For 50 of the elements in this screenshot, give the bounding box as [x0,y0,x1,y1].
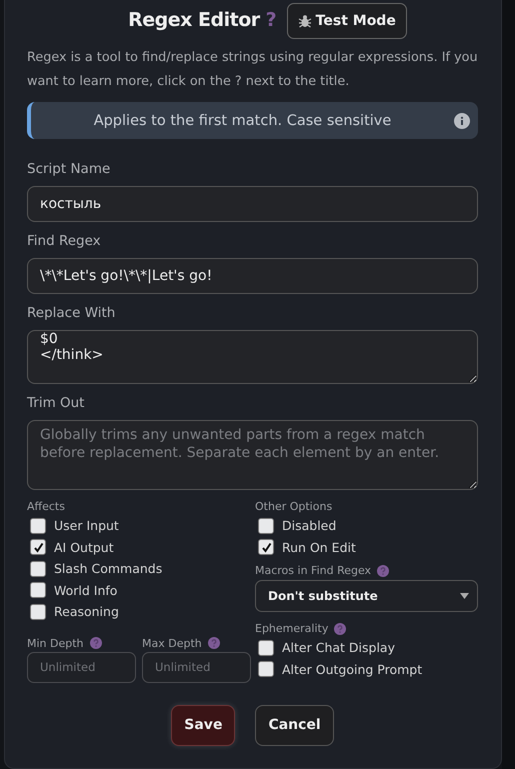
text-field[interactable]: костыль [27,186,478,222]
save-button[interactable]: Save [171,704,236,746]
section-label: Other Options [255,500,332,513]
field-label: Trim Out [27,395,86,411]
help-icon[interactable] [208,637,220,649]
text-field[interactable]: \*\*Let's go!\*\*|Let's go! [27,258,478,294]
checkbox-label[interactable]: Alter Outgoing Prompt [282,662,422,677]
bug-icon [298,14,312,28]
dropdown[interactable]: Don't substitute [255,580,478,612]
checkbox-label[interactable]: Disabled [282,518,336,534]
help-icon[interactable] [90,637,102,649]
description-text: Regex is a tool to find/replace strings using regular expressions. If you want to learn more, click on the ? next to the title. [27,49,478,91]
check-icon [260,542,272,553]
checkbox-label[interactable]: Run On Edit [282,540,356,555]
help-icon[interactable] [334,622,346,634]
checkbox[interactable] [30,560,46,577]
field-label: Min Depth [27,636,84,650]
info-icon [454,112,470,128]
text-area[interactable]: $0 </think> [27,330,478,384]
field-label: Find Regex [27,233,102,249]
checkbox[interactable] [258,640,274,656]
dialog-title: Regex Editor [128,9,260,31]
checkbox[interactable] [30,539,46,556]
help-icon[interactable] [377,564,390,576]
checkbox[interactable] [258,518,274,534]
checkbox[interactable] [30,582,46,598]
checkbox-label[interactable]: World Info [54,582,118,598]
banner-text: Applies to the first match. Case sensitive [92,112,392,128]
checkbox-label[interactable]: AI Output [54,540,114,555]
checkbox-label[interactable]: Alter Chat Display [282,640,395,656]
checkbox-label[interactable]: Reasoning [54,604,119,620]
section-label: Macros in Find Regex [255,564,372,577]
checkbox[interactable] [258,539,274,556]
checkbox[interactable] [30,518,46,534]
section-label: Ephemerality [255,622,328,635]
check-icon [32,542,44,553]
section-label: Affects [27,500,65,513]
field-label: Max Depth [142,636,202,650]
caret-icon [460,593,469,599]
checkbox[interactable] [258,661,274,678]
field-label: Replace With [27,305,116,321]
field-label: Script Name [27,161,112,177]
number-field[interactable]: Unlimited [27,652,136,682]
checkbox-label[interactable]: User Input [54,518,119,534]
cancel-button[interactable]: Cancel [255,704,334,746]
checkbox[interactable] [30,604,46,620]
checkbox-label[interactable]: Slash Commands [54,561,162,576]
number-field[interactable]: Unlimited [142,652,251,682]
test-mode-button[interactable]: Test Mode [286,2,407,38]
text-area[interactable]: Globally trims any unwanted parts from a regex match before replacement. Separate each element by an enter. [27,420,478,490]
